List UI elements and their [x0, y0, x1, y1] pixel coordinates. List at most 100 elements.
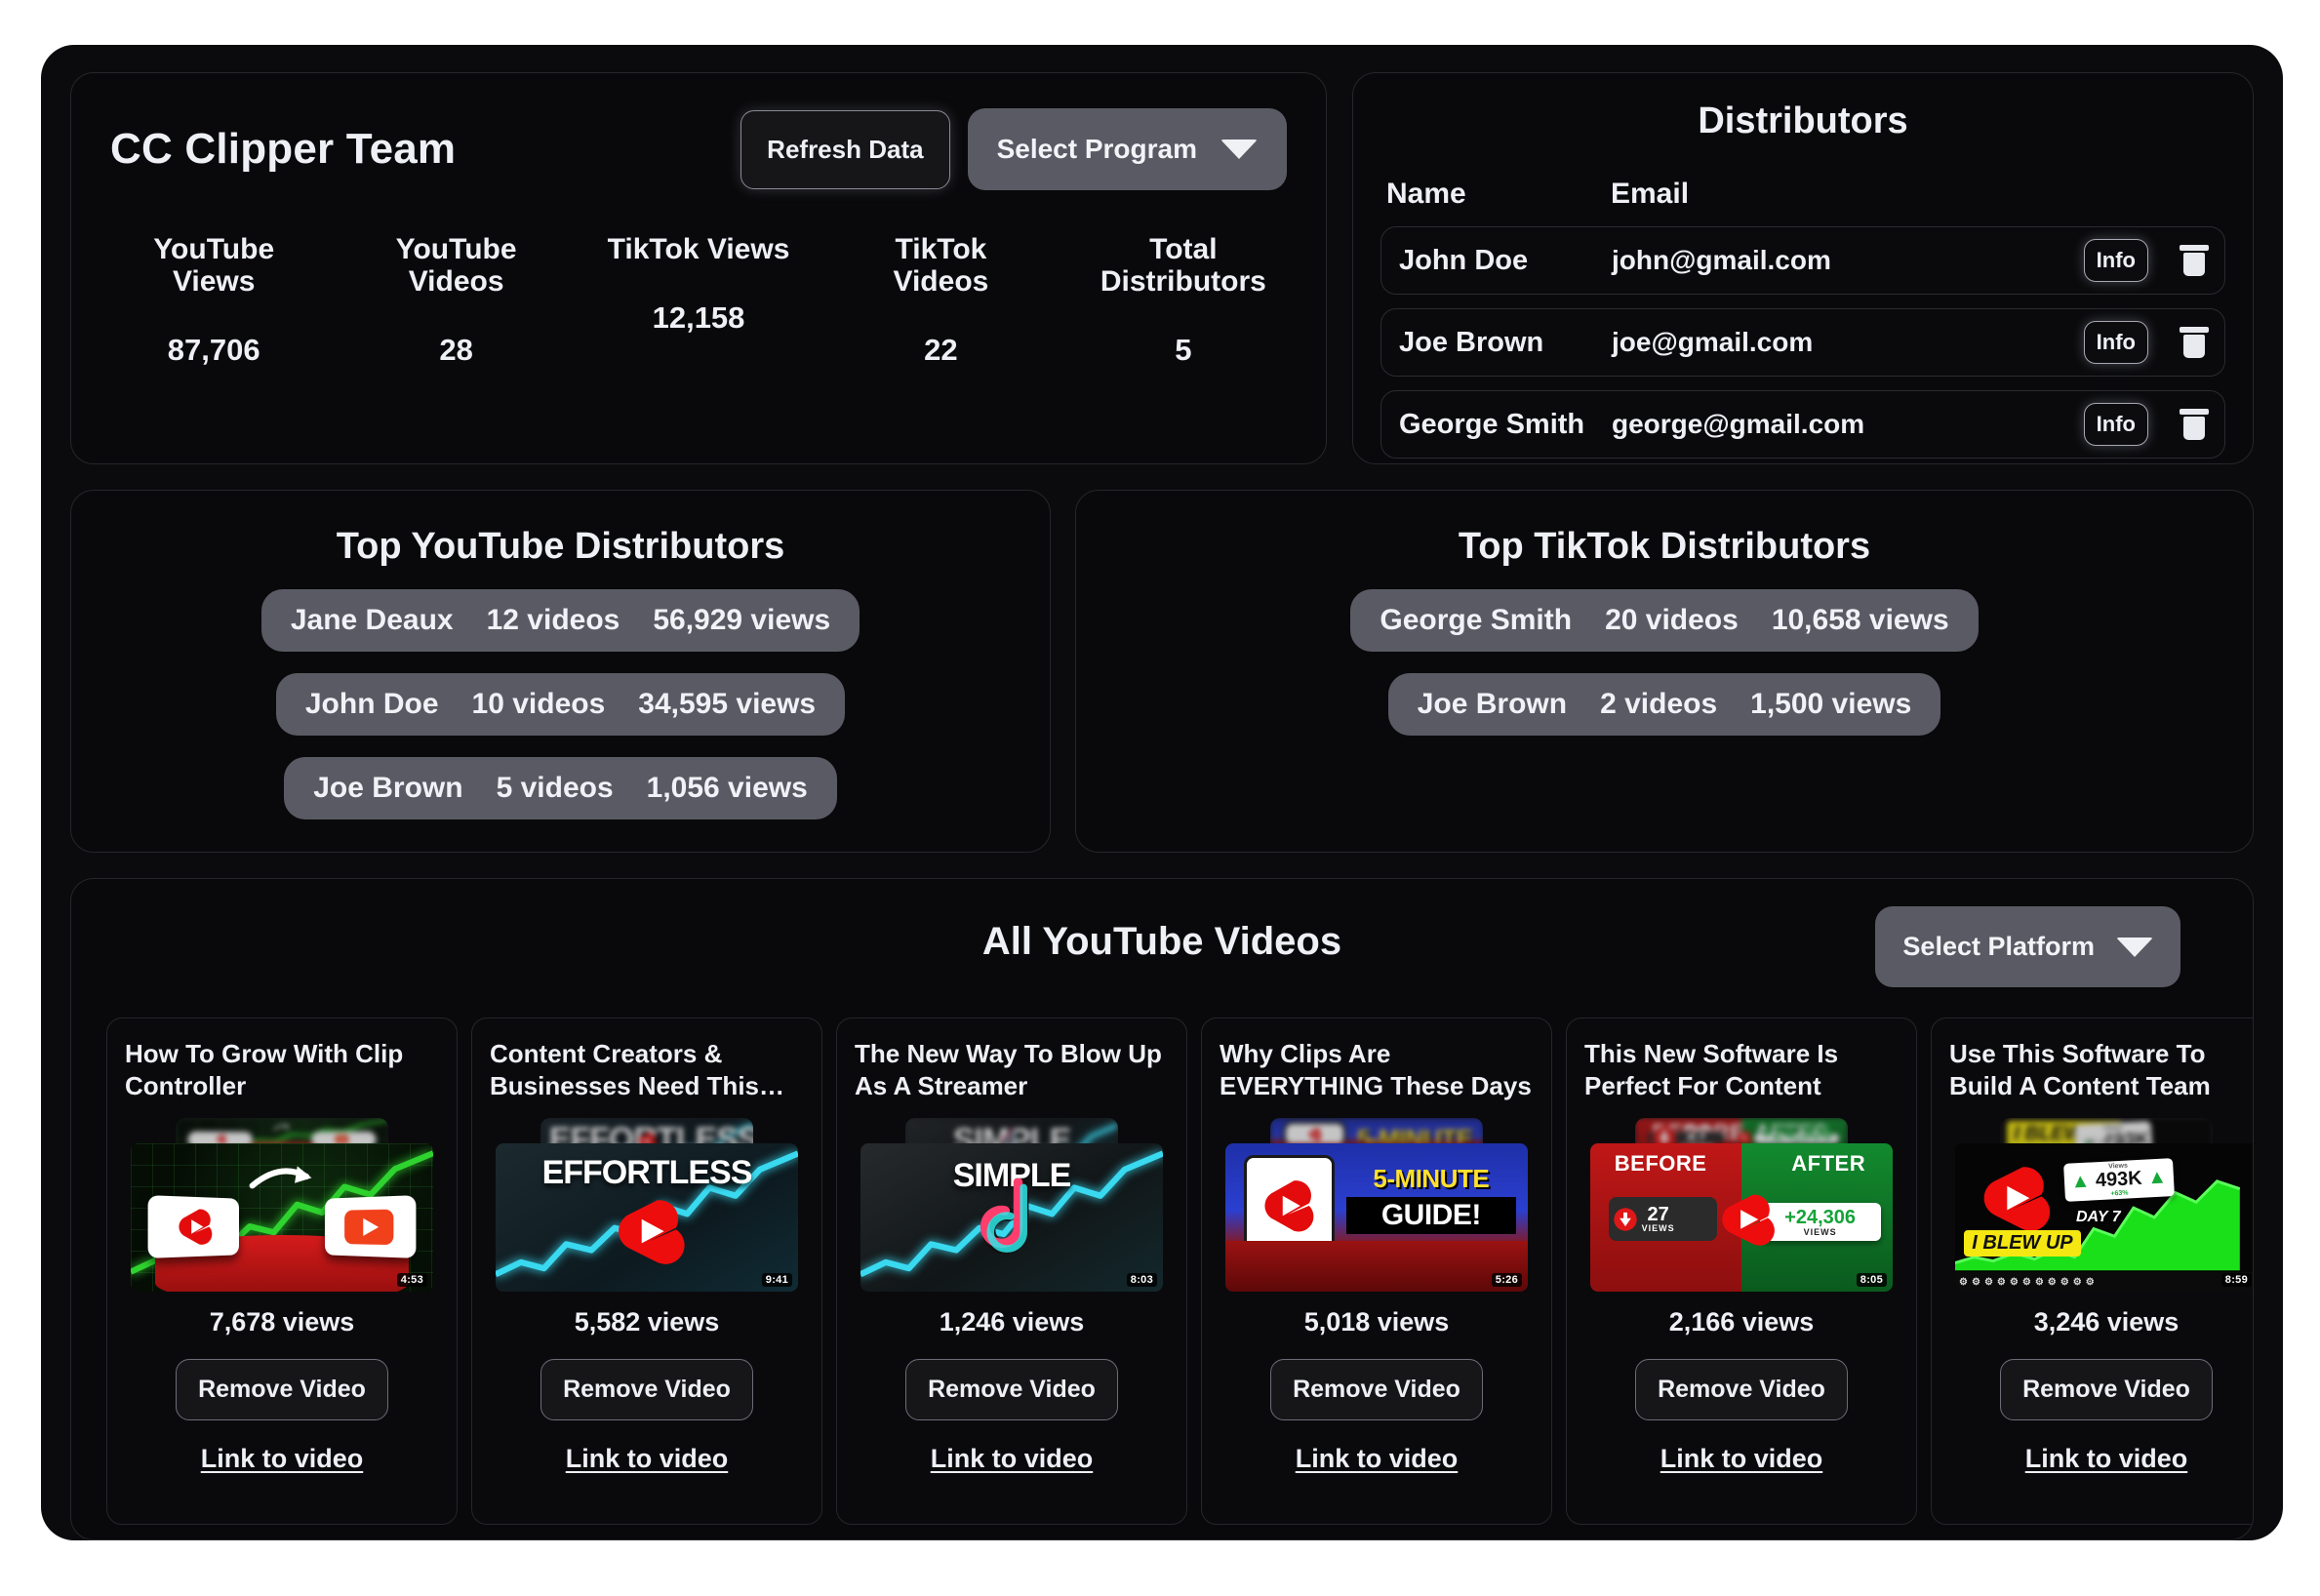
delete-distributor-button[interactable] [2180, 245, 2209, 276]
link-to-video[interactable]: Link to video [1220, 1444, 1534, 1474]
thumb-word: EFFORTLESS [541, 1153, 753, 1191]
video-card: How To Grow With Clip Controller 4:53 7,67… [106, 1017, 458, 1525]
chip-videos: 10 videos [471, 688, 606, 720]
select-program-dropdown[interactable]: Select Program [967, 108, 1287, 190]
video-card: The New Way To Blow Up As A Streamer SIMP… [836, 1017, 1187, 1525]
top-distributor-chip[interactable]: Joe Brown 2 videos 1,500 views [1387, 673, 1941, 736]
thumb-before-sub: VIEWS [1641, 1223, 1675, 1234]
remove-video-button[interactable]: Remove Video [2000, 1359, 2213, 1420]
trash-icon [2180, 245, 2209, 276]
link-to-video[interactable]: Link to video [855, 1444, 1169, 1474]
distributor-row: John Doe john@gmail.com Info [1380, 226, 2225, 295]
video-thumbnail[interactable]: 4:53 [125, 1118, 439, 1294]
distributors-table-header: Name Email [1353, 178, 2253, 211]
thumbnail-image: 4:53 [131, 1143, 433, 1292]
thumbnail-art: SIMPLE [860, 1143, 1163, 1292]
video-thumbnail[interactable]: EFFORTLESSEFFORTLESS 9:41 [490, 1118, 804, 1294]
thumb-views-number: 493K [2094, 1167, 2142, 1192]
distributor-row: Joe Brown joe@gmail.com Info [1380, 308, 2225, 377]
distributors-panel: Distributors Name Email John Doe john@gma… [1352, 72, 2254, 464]
select-platform-dropdown[interactable]: Select Platform [1875, 906, 2180, 987]
stat-label: YouTube Videos [395, 233, 517, 298]
chip-videos: 2 videos [1600, 688, 1718, 720]
link-to-video[interactable]: Link to video [1584, 1444, 1899, 1474]
video-title: The New Way To Blow Up As A Streamer [855, 1039, 1162, 1101]
column-header-name: Name [1386, 178, 1466, 210]
column-header-email: Email [1611, 178, 1690, 210]
chevron-down-icon [2116, 937, 2153, 957]
distributor-info-button[interactable]: Info [2083, 403, 2148, 446]
link-to-video[interactable]: Link to video [1949, 1444, 2253, 1474]
top-distributor-chip[interactable]: George Smith 20 videos 10,658 views [1350, 589, 1979, 652]
video-title: How To Grow With Clip Controller [125, 1039, 404, 1101]
stat-value: 22 [924, 333, 958, 367]
video-duration: 5:26 [1491, 1273, 1522, 1287]
thumbnail-art: BEFOREAFTER27VIEWS+24,306VIEWS [1590, 1143, 1893, 1292]
thumbnail-art: 5-MINUTEGUIDE! [1225, 1143, 1528, 1292]
video-thumbnail[interactable]: SIMPLE SIMPLE 8:03 [855, 1118, 1169, 1294]
trash-icon [2180, 327, 2209, 358]
thumbnail-image: EFFORTLESS 9:41 [496, 1143, 798, 1292]
thumb-before-number: 27 [1647, 1204, 1669, 1226]
thumbnail-image: SIMPLE 8:03 [860, 1143, 1163, 1292]
thumbnail-art: I BLEW UPViews▲ 493K ▲+63%DAY 7⚙⚙⚙⚙⚙⚙⚙⚙⚙… [1955, 1143, 2253, 1292]
thumbnail-image: 5-MINUTE GUIDE! 5:26 [1225, 1143, 1528, 1292]
link-to-video[interactable]: Link to video [490, 1444, 804, 1474]
delete-distributor-button[interactable] [2180, 409, 2209, 440]
video-title: Content Creators & Businesses Need This… [490, 1039, 784, 1101]
distributor-email: george@gmail.com [1612, 409, 1865, 439]
thumb-after-label: AFTER [1791, 1150, 1866, 1176]
thumb-before-label: BEFORE [1614, 1150, 1707, 1176]
page-title: CC Clipper Team [110, 125, 457, 173]
video-card: Content Creators & Businesses Need This…… [471, 1017, 822, 1525]
video-thumbnail[interactable]: 5-MINUTEGUIDE!5-MINUTEGUIDE!5:26 [1220, 1118, 1534, 1294]
distributors-title: Distributors [1698, 100, 1908, 141]
top-youtube-distributors-panel: Top YouTube Distributors Jane Deaux 12 vi… [70, 490, 1051, 853]
top-distributor-chip[interactable]: Joe Brown 5 videos 1,056 views [284, 757, 837, 819]
thumb-day-label: DAY 7 [2076, 1208, 2121, 1225]
thumb-line-1: 5-MINUTE [1373, 1164, 1490, 1194]
video-card: Use This Software To Build A Content Tea… [1931, 1017, 2253, 1525]
distributor-info-button[interactable]: Info [2083, 239, 2148, 282]
stat-label: Total Distributors [1100, 233, 1266, 298]
chip-views: 1,056 views [646, 772, 808, 804]
thumb-blew-label: I BLEW UP [1964, 1229, 2081, 1257]
stat-value: 12,158 [652, 300, 745, 335]
distributor-info-button[interactable]: Info [2083, 321, 2148, 364]
stat-label: YouTube Views [153, 233, 275, 298]
distributors-list: John Doe john@gmail.com Info Joe Brown joe@g… [1353, 226, 2253, 459]
chip-views: 34,595 views [638, 688, 817, 720]
stat-cell: YouTube Videos 28 [335, 233, 577, 368]
stat-value: 5 [1175, 333, 1192, 367]
remove-video-button[interactable]: Remove Video [1270, 1359, 1483, 1420]
distributor-name: George Smith [1399, 408, 1585, 440]
remove-video-button[interactable]: Remove Video [540, 1359, 753, 1420]
top-distributor-chip[interactable]: John Doe 10 videos 34,595 views [275, 673, 846, 736]
video-views: 1,246 views [939, 1307, 1085, 1337]
delete-distributor-button[interactable] [2180, 327, 2209, 358]
chip-videos: 5 videos [496, 772, 614, 804]
trash-icon [2180, 409, 2209, 440]
top-youtube-list: Jane Deaux 12 videos 56,929 views John Doe 1… [71, 589, 1050, 819]
top-distributor-chip[interactable]: Jane Deaux 12 videos 56,929 views [260, 589, 860, 652]
thumb-after-number: +24,306 [1784, 1206, 1857, 1228]
link-to-video[interactable]: Link to video [125, 1444, 439, 1474]
remove-video-button[interactable]: Remove Video [176, 1359, 388, 1420]
top-tiktok-title: Top TikTok Distributors [1458, 526, 1871, 567]
video-duration: 8:05 [1856, 1273, 1887, 1287]
video-thumbnail[interactable]: BEFOREAFTER27VIEWS+24,306VIEWSBEFOREAFTE… [1584, 1118, 1899, 1294]
remove-video-button[interactable]: Remove Video [905, 1359, 1118, 1420]
stat-label: TikTok Views [607, 233, 790, 265]
video-duration: 4:53 [396, 1273, 427, 1287]
app-shell: CC Clipper Team Refresh Data Select Prog… [41, 45, 2283, 1540]
chip-name: Jane Deaux [290, 604, 454, 636]
video-views: 5,582 views [574, 1307, 720, 1337]
chevron-down-icon [1220, 140, 1258, 159]
all-videos-panel: All YouTube Videos Select Platform How T… [70, 878, 2254, 1540]
refresh-data-button[interactable]: Refresh Data [740, 109, 950, 189]
video-card-strip: How To Grow With Clip Controller 4:53 7,67… [71, 1017, 2253, 1525]
video-views: 7,678 views [209, 1307, 355, 1337]
remove-video-button[interactable]: Remove Video [1635, 1359, 1848, 1420]
video-thumbnail[interactable]: I BLEW UPViews▲ 493K ▲+63%DAY 7⚙⚙⚙⚙⚙⚙⚙⚙⚙… [1949, 1118, 2253, 1294]
select-program-label: Select Program [996, 134, 1197, 164]
